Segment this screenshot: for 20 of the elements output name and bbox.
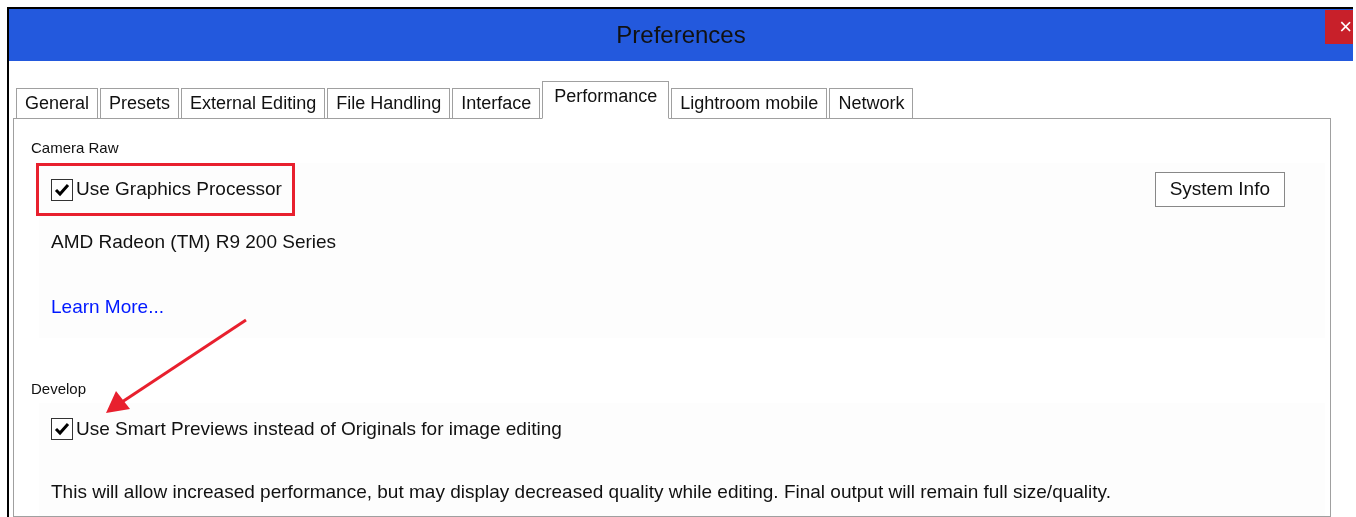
tab[interactable]: General bbox=[16, 87, 99, 119]
section-heading: Camera Raw bbox=[31, 137, 120, 158]
tab[interactable]: File Handling bbox=[327, 87, 451, 119]
tab[interactable]: Presets bbox=[100, 87, 180, 119]
checkbox[interactable] bbox=[51, 178, 73, 201]
section-heading: Develop bbox=[31, 379, 88, 399]
learn-more-link[interactable]: Learn More... bbox=[51, 292, 164, 321]
close-button[interactable]: × bbox=[1325, 10, 1353, 44]
description-text: This will allow increased performance, but may display decreased quality while editing. Final output will remain full size/quality. bbox=[51, 479, 1112, 504]
tab[interactable]: Performance bbox=[542, 80, 670, 119]
tab[interactable]: External Editing bbox=[181, 87, 326, 119]
tab[interactable]: Interface bbox=[452, 87, 541, 119]
checkbox-label: Use Smart Previews instead of Originals for image editing bbox=[76, 416, 562, 441]
system-info-button[interactable]: System Info bbox=[1154, 172, 1285, 207]
tab[interactable]: Lightroom mobile bbox=[671, 87, 828, 119]
window-title: Preferences bbox=[616, 19, 746, 50]
checkbox[interactable] bbox=[51, 418, 73, 440]
gpu-name: AMD Radeon (TM) R9 200 Series bbox=[51, 230, 338, 254]
checkbox-label: Use Graphics Processor bbox=[76, 177, 282, 202]
tab[interactable]: Network bbox=[829, 87, 914, 119]
